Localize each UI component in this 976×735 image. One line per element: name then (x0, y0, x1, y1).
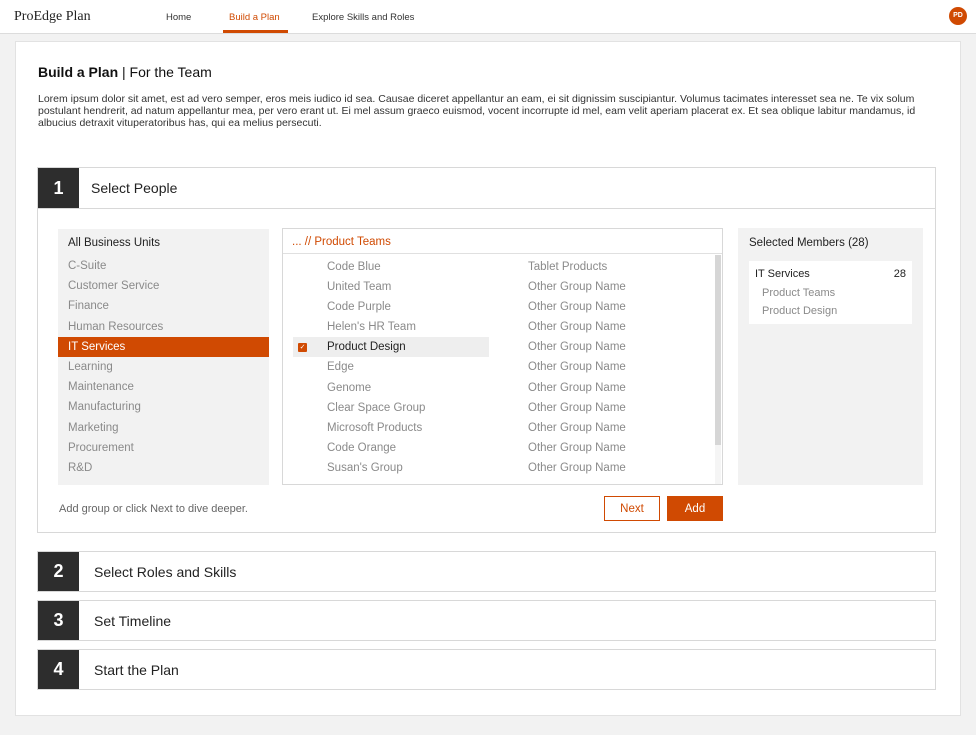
page-title: Build a Plan | For the Team (38, 64, 212, 80)
business-unit-item[interactable]: Customer Service (58, 276, 269, 296)
top-nav-bar: ProEdge Plan Home Build a Plan Explore S… (0, 0, 976, 34)
selected-members-header: Selected Members (28) (749, 237, 869, 249)
group-name: Code Blue (327, 261, 381, 273)
business-unit-item[interactable]: Procurement (58, 438, 269, 458)
group-row[interactable]: Helen's HR Team Other Group Name (283, 317, 713, 337)
business-unit-item-selected[interactable]: IT Services (58, 336, 269, 357)
selected-subgroup[interactable]: Product Design (762, 305, 837, 317)
step-number: 1 (38, 168, 79, 208)
business-units-header[interactable]: All Business Units (68, 237, 160, 249)
group-name: Microsoft Products (327, 421, 423, 434)
step-number: 4 (38, 650, 79, 689)
active-nav-indicator (223, 30, 288, 33)
selected-members-panel: Selected Members (28) IT Services 28 Pro… (738, 228, 923, 485)
groups-panel: ... // Product Teams Code Blue Tablet Pro… (282, 228, 723, 485)
group-name: Product Design (327, 341, 406, 354)
next-button[interactable]: Next (604, 496, 660, 521)
step-select-people: 1 Select People All Business Units C-Sui… (37, 167, 936, 533)
business-unit-item[interactable]: C-Suite (58, 256, 269, 276)
group-row[interactable]: Code Blue Tablet Products (283, 257, 713, 277)
nav-explore-skills-and-roles[interactable]: Explore Skills and Roles (312, 12, 414, 23)
group-parent: Other Group Name (528, 461, 626, 474)
breadcrumb[interactable]: ... // Product Teams (292, 236, 391, 248)
group-row[interactable]: Susan's Group Other Group Name (283, 458, 713, 478)
helper-text: Add group or click Next to dive deeper. (59, 503, 248, 515)
group-name: Genome (327, 381, 372, 394)
step-title[interactable]: Select People (91, 180, 177, 196)
groups-list: Code Blue Tablet Products United Team Othe… (283, 257, 713, 478)
group-row[interactable]: Clear Space Group Other Group Name (283, 398, 713, 418)
scrollbar-thumb[interactable] (715, 255, 721, 445)
group-name: Helen's HR Team (327, 321, 416, 334)
business-unit-item[interactable]: Learning (58, 357, 269, 377)
group-parent: Other Group Name (528, 321, 626, 334)
step-title[interactable]: Set Timeline (94, 613, 171, 629)
step-select-roles-and-skills[interactable]: 2 Select Roles and Skills (37, 551, 936, 592)
group-name: Code Orange (327, 441, 397, 454)
group-row[interactable]: Microsoft Products Other Group Name (283, 418, 713, 438)
business-unit-item[interactable]: Finance (58, 296, 269, 316)
group-parent: Other Group Name (528, 421, 626, 434)
step-title[interactable]: Select Roles and Skills (94, 564, 236, 580)
group-parent: Other Group Name (528, 401, 626, 414)
group-parent: Tablet Products (528, 261, 608, 273)
business-unit-item[interactable]: Marketing (58, 418, 269, 438)
group-name: United Team (327, 281, 392, 294)
groups-header: ... // Product Teams (283, 229, 722, 254)
group-name: Edge (327, 361, 354, 374)
selected-members-card: IT Services 28 Product Teams Product Des… (749, 261, 912, 324)
page-title-suffix: | For the Team (118, 64, 212, 80)
group-row[interactable]: Code Purple Other Group Name (283, 297, 713, 317)
group-row[interactable]: Code Orange Other Group Name (283, 438, 713, 458)
group-row[interactable]: United Team Other Group Name (283, 277, 713, 297)
step-title[interactable]: Start the Plan (94, 662, 179, 678)
group-row[interactable]: Edge Other Group Name (283, 357, 713, 377)
business-unit-item[interactable]: Maintenance (58, 377, 269, 397)
intro-text: Lorem ipsum dolor sit amet, est ad vero … (38, 93, 916, 129)
group-row-selected[interactable]: ✓ Product Design Other Group Name (283, 337, 713, 358)
add-button[interactable]: Add (667, 496, 723, 521)
group-parent: Other Group Name (528, 281, 626, 294)
group-parent: Other Group Name (528, 441, 626, 454)
brand-logo[interactable]: ProEdge Plan (14, 9, 91, 25)
business-unit-item[interactable]: R&D (58, 458, 269, 478)
business-units-list: C-Suite Customer Service Finance Human R… (58, 256, 269, 478)
user-avatar[interactable]: PD (949, 7, 967, 25)
group-name: Clear Space Group (327, 401, 426, 414)
step-set-timeline[interactable]: 3 Set Timeline (37, 600, 936, 641)
step-number: 2 (38, 552, 79, 591)
nav-home[interactable]: Home (166, 12, 191, 23)
divider (38, 208, 935, 209)
group-row[interactable]: Genome Other Group Name (283, 378, 713, 398)
group-parent: Other Group Name (528, 301, 626, 314)
step-number: 3 (38, 601, 79, 640)
step-start-the-plan[interactable]: 4 Start the Plan (37, 649, 936, 690)
selected-unit-count: 28 (893, 268, 906, 280)
group-name: Code Purple (327, 301, 391, 314)
business-unit-item[interactable]: Human Resources (58, 317, 269, 337)
selected-unit-name[interactable]: IT Services (755, 268, 810, 280)
selected-subgroup[interactable]: Product Teams (762, 287, 835, 299)
group-parent: Other Group Name (528, 381, 626, 394)
group-parent: Other Group Name (528, 361, 626, 374)
group-parent: Other Group Name (528, 341, 626, 354)
checkbox-checked-icon[interactable]: ✓ (298, 343, 307, 353)
group-name: Susan's Group (327, 461, 403, 474)
business-units-panel: All Business Units C-Suite Customer Serv… (58, 229, 269, 485)
business-unit-item[interactable]: Manufacturing (58, 397, 269, 417)
page-title-main: Build a Plan (38, 64, 119, 80)
nav-build-a-plan[interactable]: Build a Plan (229, 12, 280, 23)
